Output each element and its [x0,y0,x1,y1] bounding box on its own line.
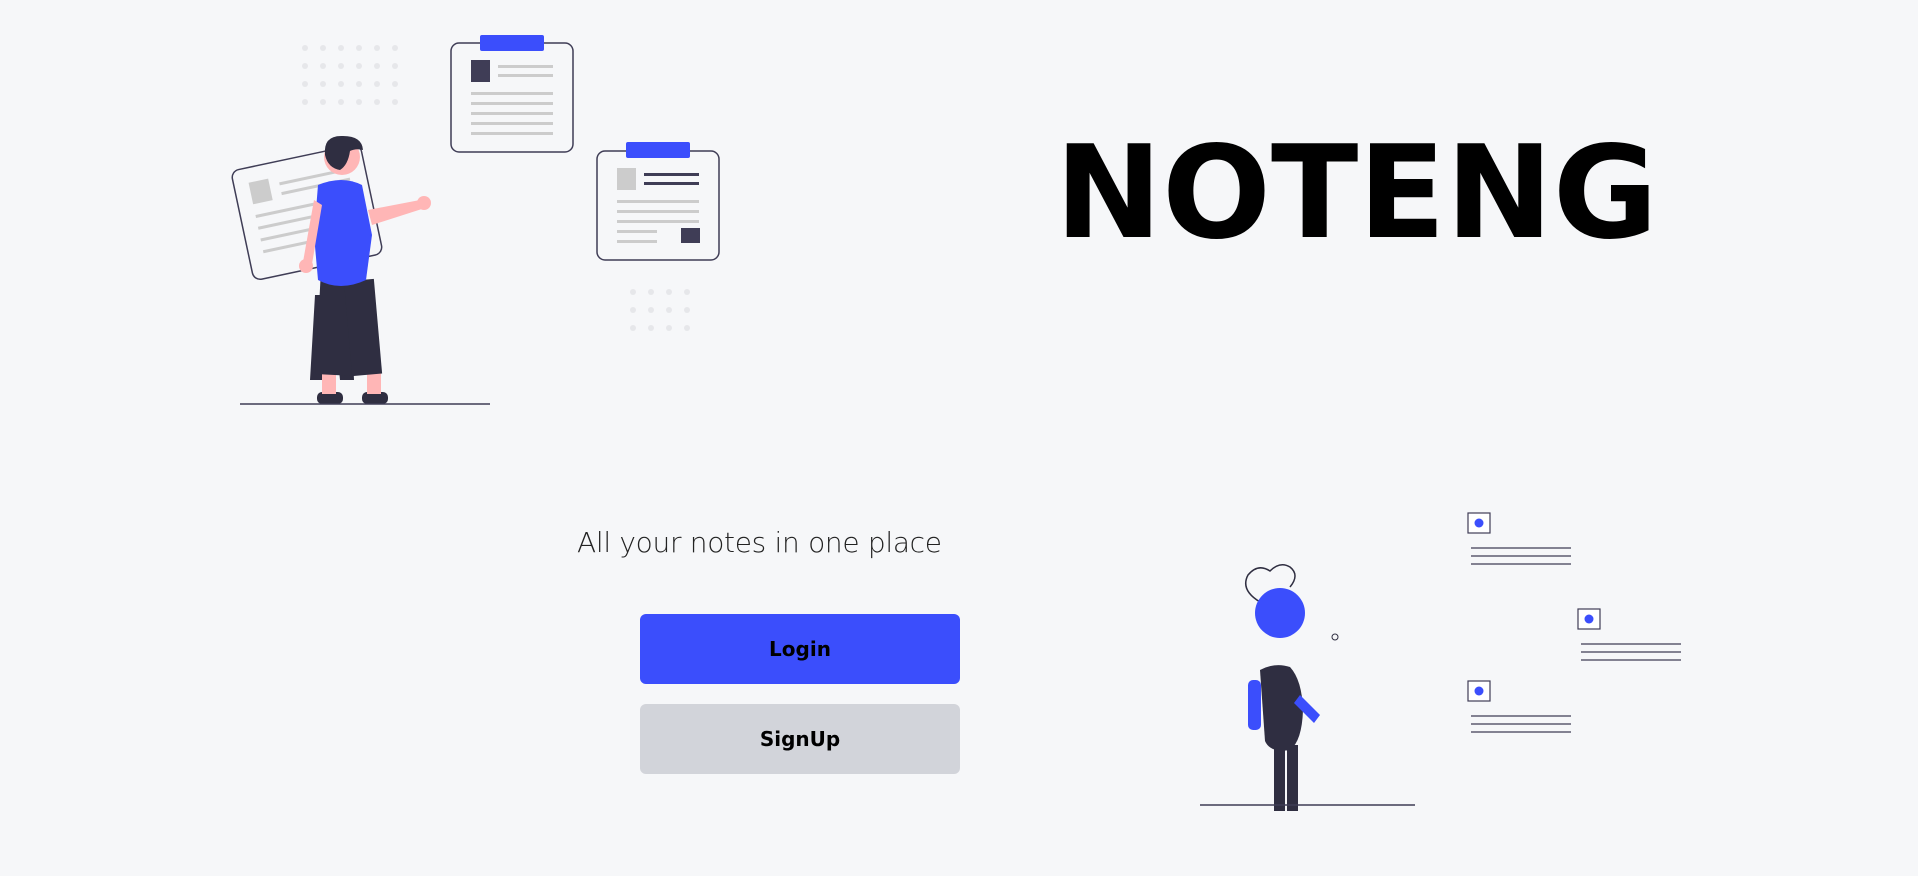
person-reading-notes-illustration [231,35,720,405]
dot-pattern-bottom [630,289,690,331]
login-button[interactable]: Login [640,614,960,684]
note-list-item-icon [1467,512,1571,565]
note-list-item-icon [1467,680,1571,733]
clipboard-card-icon [596,142,720,261]
clipboard-card-icon [450,35,574,153]
app-title: NOTENG [1055,119,1658,268]
signup-button[interactable]: SignUp [640,704,960,774]
dot-pattern-top [302,45,398,105]
person-viewing-note-cards-illustration [1200,512,1681,811]
tagline: All your notes in one place [577,526,942,559]
person-figure [1245,564,1339,811]
note-list-item-icon [1577,608,1681,661]
